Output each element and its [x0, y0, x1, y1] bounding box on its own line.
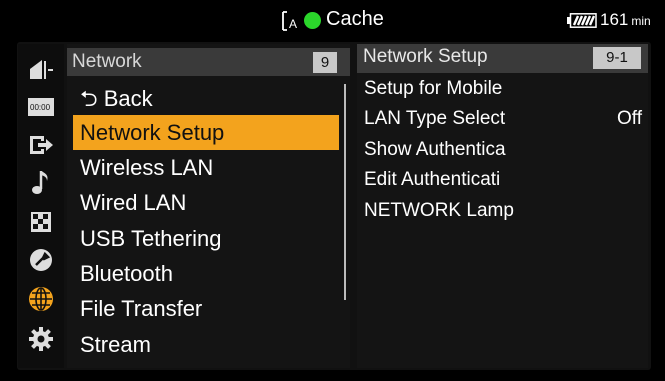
status-bar: A Cache 161 min — [0, 0, 665, 40]
menu-title: Network — [72, 51, 142, 72]
detail-header: Network Setup 9-1 — [357, 44, 648, 73]
setting-value: Off — [617, 108, 642, 129]
globe-icon[interactable] — [26, 284, 56, 314]
setting-row-setup-for-mobile[interactable]: Setup for Mobile — [364, 74, 644, 104]
menu-item-wired-lan[interactable]: Wired LAN — [73, 185, 339, 220]
detail-panel: Network Setup 9-1 Setup for Mobile LAN T… — [357, 44, 648, 368]
checker-icon[interactable] — [26, 207, 56, 237]
menu-item-usb-tethering[interactable]: USB Tethering — [73, 221, 339, 256]
battery-icon — [567, 13, 597, 28]
menu-list-panel: Network 9 ⮌ Back Network Setup Wireless … — [67, 44, 350, 368]
setting-label: Edit Authenticati — [364, 169, 501, 190]
setting-row-edit-authentication[interactable]: Edit Authenticati — [364, 165, 644, 195]
menu-header: Network 9 — [67, 48, 350, 76]
clip-a-icon: A — [282, 11, 297, 31]
cache-label: Cache — [326, 8, 384, 30]
setting-row-show-authentication[interactable]: Show Authentica — [364, 135, 644, 165]
setting-label: LAN Type Select — [364, 108, 506, 129]
back-menu-item[interactable]: ⮌ Back — [73, 81, 339, 116]
menu-item-bluetooth[interactable]: Bluetooth — [73, 256, 339, 291]
output-icon[interactable] — [26, 130, 56, 160]
menu-item-file-transfer[interactable]: File Transfer — [73, 291, 339, 326]
timecode-icon[interactable]: 00:00 — [26, 92, 56, 122]
menu-scrollbar[interactable] — [344, 84, 346, 300]
camera-icon[interactable] — [26, 54, 56, 84]
battery-remaining: 161 min — [600, 10, 651, 30]
svg-text:A: A — [289, 17, 297, 31]
svg-text:00:00: 00:00 — [30, 103, 51, 112]
setting-label: Setup for Mobile — [364, 78, 503, 99]
category-column: 00:00 — [18, 44, 64, 368]
setting-label: NETWORK Lamp — [364, 200, 514, 221]
setting-label: Show Authentica — [364, 139, 506, 160]
wrench-icon[interactable] — [26, 245, 56, 275]
battery-minutes: 161 — [600, 10, 629, 29]
menu-item-network-setup[interactable]: Network Setup — [73, 115, 339, 150]
setting-row-lan-type-select[interactable]: LAN Type Select Off — [364, 104, 644, 134]
setting-row-network-lamp[interactable]: NETWORK Lamp — [364, 196, 644, 226]
record-indicator — [304, 12, 321, 29]
battery-unit: min — [631, 14, 651, 28]
music-note-icon[interactable] — [26, 168, 56, 198]
menu-item-wireless-lan[interactable]: Wireless LAN — [73, 150, 339, 185]
detail-title: Network Setup — [363, 46, 488, 67]
menu-item-stream[interactable]: Stream — [73, 327, 339, 362]
detail-page-badge: 9-1 — [593, 47, 641, 69]
menu-page-badge: 9 — [313, 52, 337, 73]
gear-icon[interactable] — [26, 324, 56, 354]
